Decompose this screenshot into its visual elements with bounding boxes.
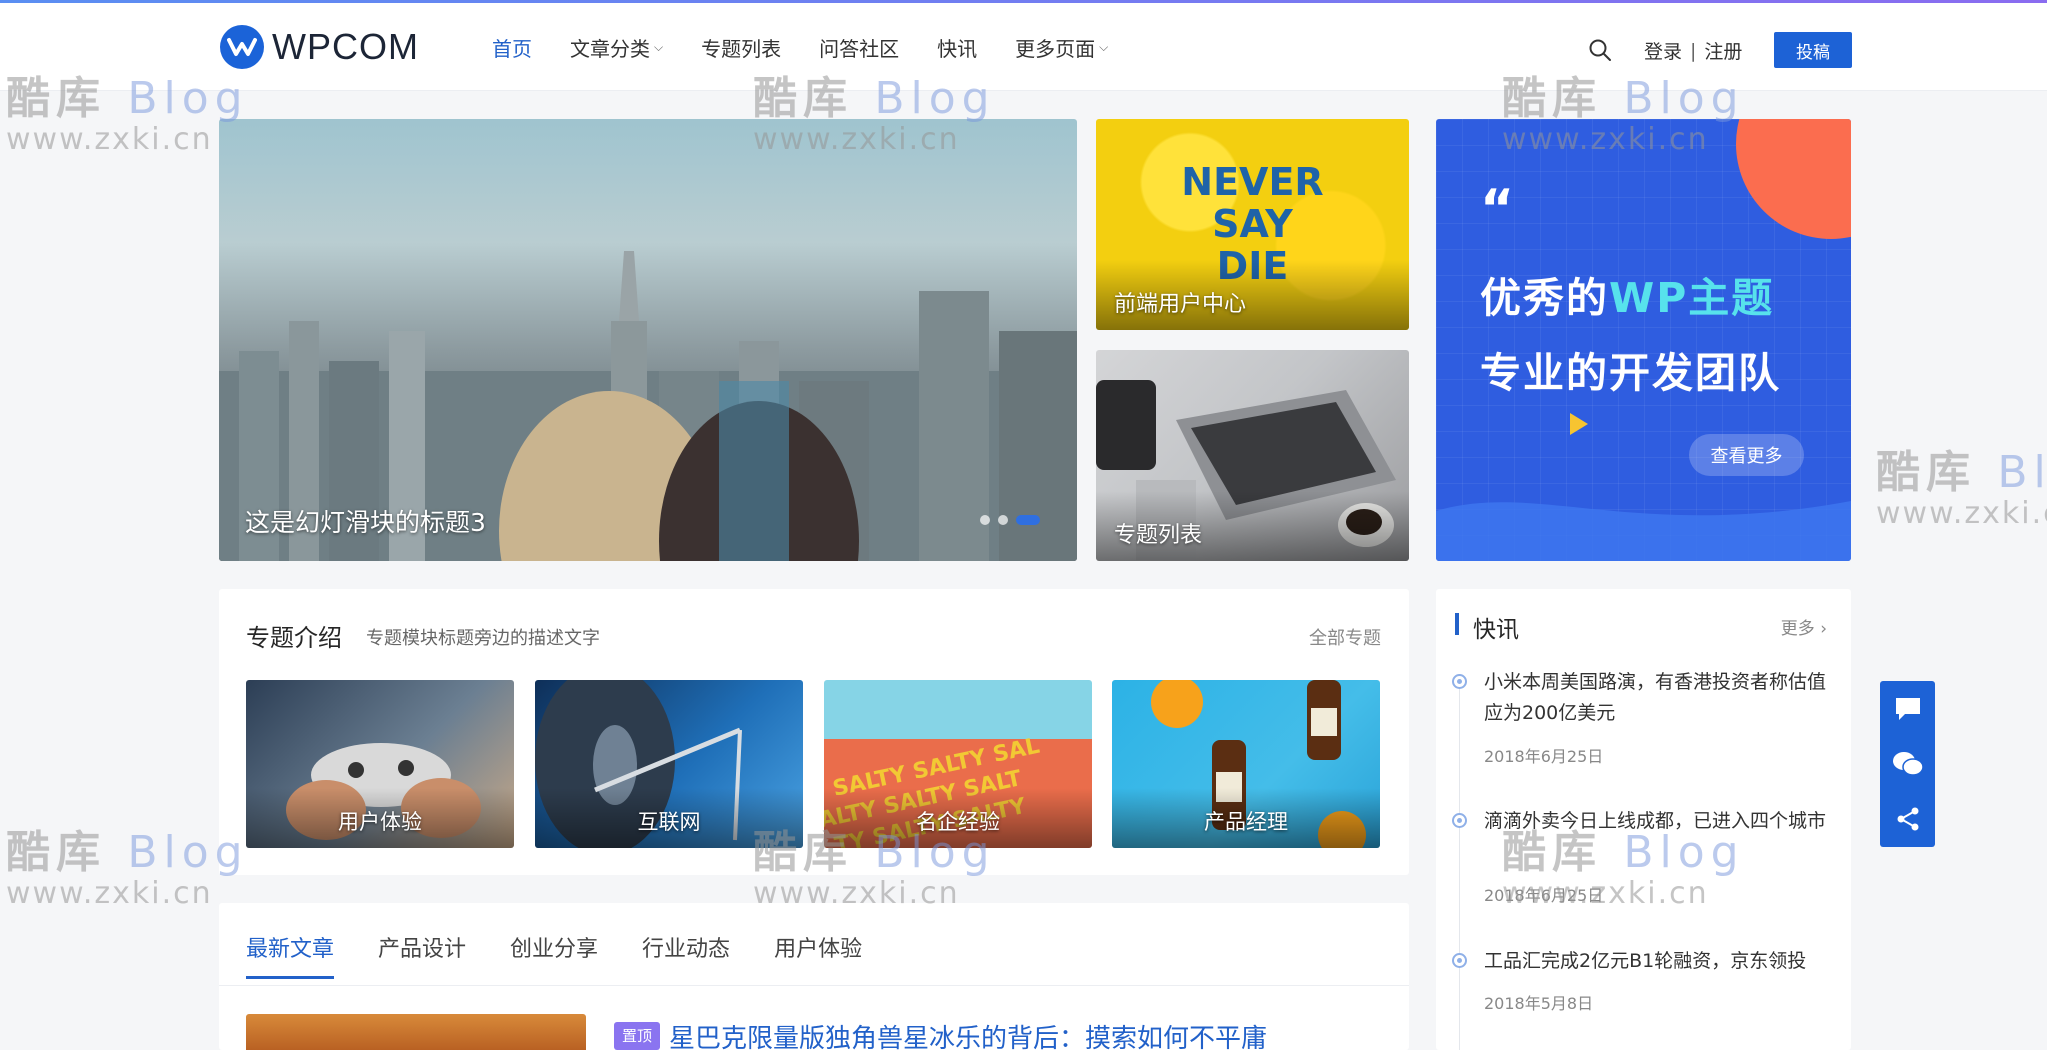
- nav-item-home[interactable]: 首页: [492, 33, 532, 62]
- topics-section: 专题介绍 专题模块标题旁边的描述文字 全部专题 用户体验 互联网 SALTY S…: [219, 589, 1409, 875]
- slider-dots: [980, 515, 1048, 525]
- topic-label: 互联网: [637, 810, 701, 834]
- watermark-url: www.zxki.cn: [1876, 496, 2047, 531]
- timeline-dot-icon: [1452, 813, 1467, 828]
- wpcom-logo-icon: [220, 25, 264, 69]
- watermark-url: www.zxki.cn: [6, 122, 213, 157]
- article-title[interactable]: 星巴克限量版独角兽星冰乐的背后：摸索如何不平庸: [669, 1018, 1267, 1050]
- news-date: 2018年5月8日: [1484, 994, 1594, 1013]
- auth-separator: |: [1690, 39, 1697, 62]
- tab-product-design[interactable]: 产品设计: [378, 931, 466, 979]
- auth-links: 登录 | 注册: [1644, 37, 1742, 64]
- topic-card-internet[interactable]: 互联网: [535, 680, 803, 848]
- feature-card-user-center[interactable]: NEVER SAY DIE 前端用户中心: [1096, 119, 1409, 330]
- submit-post-button[interactable]: 投稿: [1774, 32, 1852, 68]
- nav-item-categories[interactable]: 文章分类 ⌵: [570, 33, 663, 62]
- chevron-right-icon: ›: [1820, 619, 1827, 639]
- nav-label: 文章分类: [570, 37, 650, 61]
- news-text[interactable]: 滴滴外卖今日上线成都，已进入四个城市: [1484, 806, 1829, 837]
- feature-card-topics[interactable]: 专题列表: [1096, 350, 1409, 561]
- more-label: 更多: [1780, 619, 1815, 639]
- watermark-cn: 酷库: [6, 827, 106, 878]
- quote-mark: “: [1480, 179, 1515, 239]
- slider-dot[interactable]: [980, 515, 990, 525]
- article-tabs: 最新文章 产品设计 创业分享 行业动态 用户体验: [246, 931, 906, 979]
- wechat-icon[interactable]: [1880, 736, 1935, 791]
- slider-dot[interactable]: [998, 515, 1008, 525]
- card-title: 前端用户中心: [1114, 292, 1247, 317]
- nav-label: 首页: [492, 37, 532, 61]
- comments-icon[interactable]: [1880, 681, 1935, 736]
- tab-latest[interactable]: 最新文章: [246, 931, 335, 979]
- nav-label: 问答社区: [819, 37, 900, 61]
- site-header: WPCOM 首页 文章分类 ⌵ 专题列表 问答社区 快讯 更多页面 ⌵ 登录 |…: [0, 3, 2047, 91]
- news-date: 2018年6月25日: [1484, 747, 1604, 766]
- chevron-down-icon: ⌵: [1099, 40, 1109, 54]
- nav-label: 快讯: [937, 37, 978, 61]
- topic-label: 名企经验: [916, 810, 1000, 834]
- promo-line-2: 专业的开发团队: [1480, 349, 1781, 397]
- site-logo[interactable]: WPCOM: [220, 25, 419, 69]
- news-text[interactable]: 工品汇完成2亿元B1轮融资，京东领投: [1484, 946, 1829, 977]
- flash-more-link[interactable]: 更多 ›: [1781, 614, 1827, 639]
- hero-title[interactable]: 这是幻灯滑块的标题3: [245, 503, 486, 539]
- latest-articles-section: 最新文章 产品设计 创业分享 行业动态 用户体验 置顶 星巴克限量版独角兽星冰乐…: [219, 903, 1409, 1050]
- slider-dot-active[interactable]: [1016, 515, 1040, 525]
- timeline-dot-icon: [1452, 953, 1467, 968]
- nav-label: 专题列表: [701, 37, 782, 61]
- hero-slider[interactable]: 这是幻灯滑块的标题3: [219, 119, 1077, 561]
- widget-title: 快讯: [1473, 617, 1519, 643]
- news-text[interactable]: 小米本周美国路演，有香港投资者称估值应为200亿美元: [1484, 667, 1829, 729]
- nav-item-topics[interactable]: 专题列表: [701, 33, 781, 62]
- news-date: 2018年6月25日: [1484, 886, 1604, 905]
- poster-line: SAY: [1212, 202, 1293, 246]
- promo-prefix: 优秀的: [1480, 274, 1609, 322]
- nav-item-flash[interactable]: 快讯: [937, 33, 977, 62]
- register-link[interactable]: 注册: [1704, 37, 1742, 64]
- timeline-dot-icon: [1452, 674, 1467, 689]
- section-description: 专题模块标题旁边的描述文字: [366, 628, 600, 649]
- tab-startup[interactable]: 创业分享: [510, 931, 598, 979]
- pinned-badge: 置顶: [614, 1022, 661, 1050]
- topic-label: 用户体验: [338, 810, 422, 834]
- watermark: 酷库 Blog www.zxki.cn: [1876, 436, 2047, 531]
- chevron-down-icon: ⌵: [654, 40, 664, 54]
- nav-label: 更多页面: [1015, 37, 1096, 61]
- tab-user-experience[interactable]: 用户体验: [774, 931, 862, 979]
- logo-text: WPCOM: [272, 26, 419, 67]
- card-title: 专题列表: [1114, 523, 1203, 548]
- watermark-en: Blog: [1997, 447, 2047, 498]
- timeline-line: [1459, 675, 1460, 1050]
- nav-item-qa[interactable]: 问答社区: [819, 33, 899, 62]
- article-thumbnail[interactable]: [246, 1014, 586, 1050]
- search-icon[interactable]: [1588, 38, 1612, 62]
- decorative-wave: [1436, 501, 1851, 561]
- nav-item-more-pages[interactable]: 更多页面 ⌵: [1015, 33, 1108, 62]
- watermark: 酷库 Blog www.zxki.cn: [6, 816, 249, 911]
- topic-card-ux[interactable]: 用户体验: [246, 680, 514, 848]
- flash-news-widget: 快讯 更多 › 小米本周美国路演，有香港投资者称估值应为200亿美元 2018年…: [1436, 589, 1851, 1050]
- login-link[interactable]: 登录: [1644, 37, 1682, 64]
- tab-industry[interactable]: 行业动态: [642, 931, 730, 979]
- poster-line: NEVER: [1181, 160, 1324, 204]
- topic-card-enterprise[interactable]: SALTY SALTY SAL ALTY SALTY SALT TY SALTY…: [824, 680, 1092, 848]
- title-accent-bar: [1455, 613, 1459, 635]
- view-more-button[interactable]: 查看更多: [1689, 434, 1804, 476]
- promo-line-1: 优秀的WP主题: [1480, 264, 1774, 324]
- all-topics-link[interactable]: 全部专题: [1309, 624, 1381, 650]
- watermark-url: www.zxki.cn: [6, 876, 213, 911]
- floating-action-bar: [1880, 681, 1935, 847]
- topic-card-product-manager[interactable]: 产品经理: [1112, 680, 1380, 848]
- tabs-divider: [219, 985, 1409, 986]
- promo-banner[interactable]: “ 优秀的WP主题 专业的开发团队: [1436, 119, 1851, 561]
- main-nav: 首页 文章分类 ⌵ 专题列表 问答社区 快讯 更多页面 ⌵: [492, 33, 1146, 62]
- watermark-cn: 酷库: [1876, 447, 1976, 498]
- topic-label: 产品经理: [1204, 810, 1288, 834]
- promo-highlight: WP主题: [1609, 274, 1775, 322]
- section-title: 专题介绍: [246, 624, 342, 652]
- play-icon: [1570, 413, 1588, 435]
- share-icon[interactable]: [1880, 791, 1935, 846]
